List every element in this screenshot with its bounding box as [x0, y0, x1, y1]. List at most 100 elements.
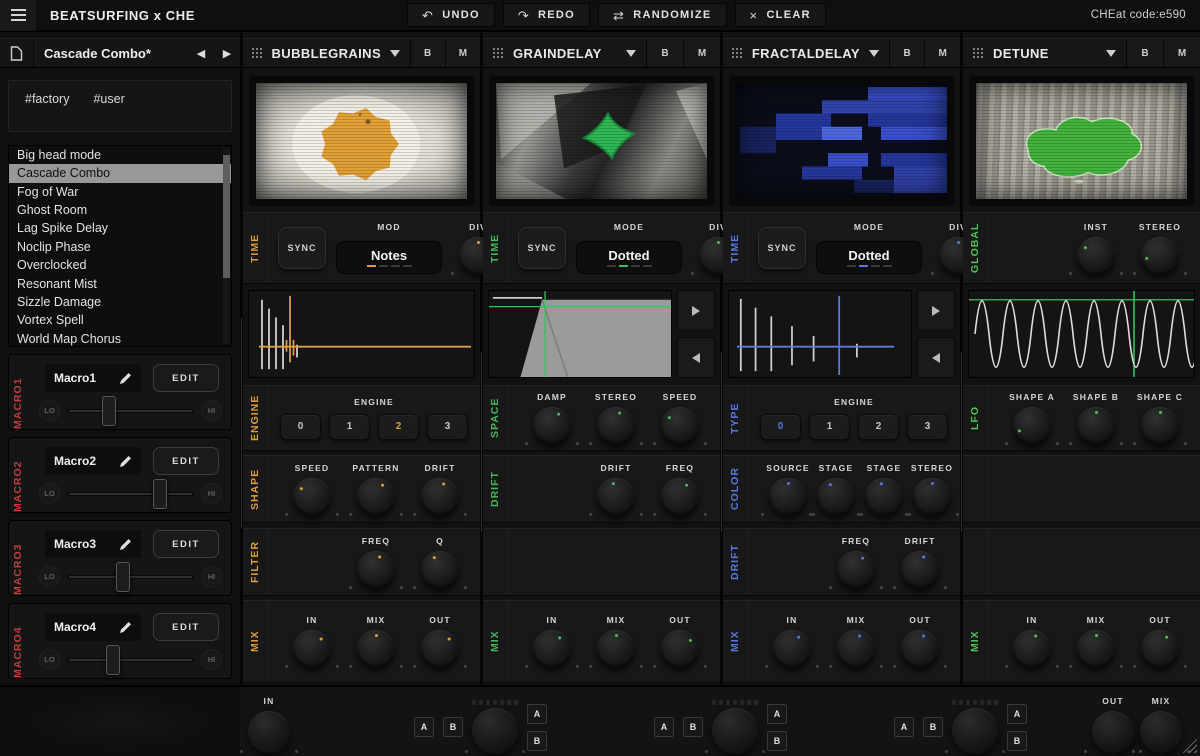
macro3-slider-thumb[interactable] — [116, 562, 130, 592]
freq-knob[interactable] — [837, 551, 875, 589]
preset-item[interactable]: Resonant Mist — [9, 275, 231, 293]
preset-name[interactable]: Cascade Combo* — [34, 46, 188, 61]
route-b-button[interactable]: B — [767, 731, 787, 751]
chevron-down-icon[interactable] — [1096, 39, 1126, 67]
macro1-slider[interactable] — [67, 409, 194, 413]
preset-item[interactable]: Ghost Room — [9, 201, 231, 219]
engine-button-1[interactable]: 1 — [809, 414, 850, 440]
macro1-slider-thumb[interactable] — [102, 396, 116, 426]
engine-button-0[interactable]: 0 — [280, 414, 321, 440]
mix-knob[interactable] — [1077, 630, 1115, 668]
mute-button[interactable]: M — [924, 39, 960, 67]
shape-c-knob[interactable] — [1141, 407, 1179, 445]
engine-button-2-active[interactable]: 2 — [378, 414, 419, 440]
next-page-button[interactable] — [677, 290, 715, 331]
stage-knob[interactable] — [817, 478, 855, 516]
macro4-edit-button[interactable]: EDIT — [153, 613, 219, 641]
engine-button-1[interactable]: 1 — [329, 414, 370, 440]
macro2-lo-button[interactable]: LO — [39, 483, 60, 504]
q-knob[interactable] — [421, 551, 459, 589]
mode-dropdown[interactable]: Dotted — [816, 241, 922, 274]
mode-dropdown[interactable]: Dotted — [576, 241, 682, 274]
next-page-button[interactable] — [917, 290, 955, 331]
speed-knob[interactable] — [661, 407, 699, 445]
resize-handle[interactable] — [1182, 738, 1197, 753]
bypass-button[interactable]: B — [410, 39, 445, 67]
macro3-slider[interactable] — [67, 575, 194, 579]
inst-knob[interactable] — [1077, 237, 1115, 275]
stereo-knob[interactable] — [913, 478, 951, 516]
damp-knob[interactable] — [533, 407, 571, 445]
crossfader-knob[interactable] — [712, 708, 758, 754]
drag-handle-icon[interactable] — [483, 39, 513, 67]
bypass-button[interactable]: B — [1126, 39, 1163, 67]
next-preset-button[interactable]: ▶ — [214, 39, 240, 67]
shape-b-knob[interactable] — [1077, 407, 1115, 445]
mute-button[interactable]: M — [683, 39, 720, 67]
preset-item[interactable]: Sizzle Damage — [9, 293, 231, 311]
macro2-slider[interactable] — [67, 492, 194, 496]
source-knob[interactable] — [769, 478, 807, 516]
global-mix-knob[interactable] — [1140, 711, 1182, 753]
out-knob[interactable] — [1141, 630, 1179, 668]
menu-icon[interactable] — [0, 0, 36, 31]
crossfader-a-button[interactable]: A — [654, 717, 674, 737]
crossfader-knob[interactable] — [472, 708, 518, 754]
document-icon[interactable] — [0, 39, 34, 67]
preset-item[interactable]: Overclocked — [9, 256, 231, 274]
route-b-button[interactable]: B — [527, 731, 547, 751]
pencil-icon[interactable] — [119, 538, 132, 551]
crossfader-b-button[interactable]: B — [683, 717, 703, 737]
bypass-button[interactable]: B — [889, 39, 925, 67]
macro4-slider[interactable] — [67, 658, 194, 662]
prev-page-button[interactable] — [917, 337, 955, 378]
bypass-button[interactable]: B — [646, 39, 683, 67]
macro2-hi-button[interactable]: HI — [201, 483, 222, 504]
out-knob[interactable] — [901, 630, 939, 668]
stereo-knob[interactable] — [597, 407, 635, 445]
stereo-knob[interactable] — [1141, 237, 1179, 275]
macro4-slider-thumb[interactable] — [106, 645, 120, 675]
shape-a-knob[interactable] — [1013, 407, 1051, 445]
route-a-button[interactable]: A — [527, 704, 547, 724]
preset-item[interactable]: Fog of War — [9, 183, 231, 201]
macro4-lo-button[interactable]: LO — [39, 649, 60, 670]
drag-handle-icon[interactable] — [243, 39, 272, 67]
macro3-lo-button[interactable]: LO — [39, 566, 60, 587]
freq-knob[interactable] — [661, 478, 699, 516]
macro4-hi-button[interactable]: HI — [201, 649, 222, 670]
macro1-lo-button[interactable]: LO — [39, 400, 60, 421]
route-b-button[interactable]: B — [1007, 731, 1027, 751]
chevron-down-icon[interactable] — [381, 39, 410, 67]
macro3-hi-button[interactable]: HI — [201, 566, 222, 587]
mix-knob[interactable] — [837, 630, 875, 668]
in-knob[interactable] — [293, 630, 331, 668]
in-knob[interactable] — [1013, 630, 1051, 668]
undo-button[interactable]: ↶ UNDO — [407, 3, 495, 27]
drift-knob[interactable] — [597, 478, 635, 516]
sync-button[interactable]: SYNC — [758, 227, 806, 269]
envelope-display[interactable] — [488, 290, 672, 378]
chevron-down-icon[interactable] — [860, 39, 889, 67]
engine-button-3[interactable]: 3 — [907, 414, 948, 440]
tag-user[interactable]: #user — [93, 92, 124, 131]
crossfader-knob[interactable] — [952, 708, 998, 754]
in-knob[interactable] — [773, 630, 811, 668]
speed-knob[interactable] — [293, 478, 331, 516]
mix-knob[interactable] — [357, 630, 395, 668]
preset-item[interactable]: Big head mode — [9, 146, 231, 164]
preset-item[interactable]: Noclip Phase — [9, 238, 231, 256]
route-a-button[interactable]: A — [767, 704, 787, 724]
prev-preset-button[interactable]: ◀ — [188, 39, 214, 67]
crossfader-a-button[interactable]: A — [894, 717, 914, 737]
chevron-down-icon[interactable] — [616, 39, 646, 67]
drift-knob[interactable] — [901, 551, 939, 589]
engine-button-3[interactable]: 3 — [427, 414, 468, 440]
drag-handle-icon[interactable] — [963, 39, 993, 67]
crossfader-b-button[interactable]: B — [923, 717, 943, 737]
macro2-slider-thumb[interactable] — [153, 479, 167, 509]
crossfader-b-button[interactable]: B — [443, 717, 463, 737]
macro2-name-field[interactable]: Macro2 — [45, 447, 141, 475]
crossfader-a-button[interactable]: A — [414, 717, 434, 737]
tag-factory[interactable]: #factory — [25, 92, 69, 131]
